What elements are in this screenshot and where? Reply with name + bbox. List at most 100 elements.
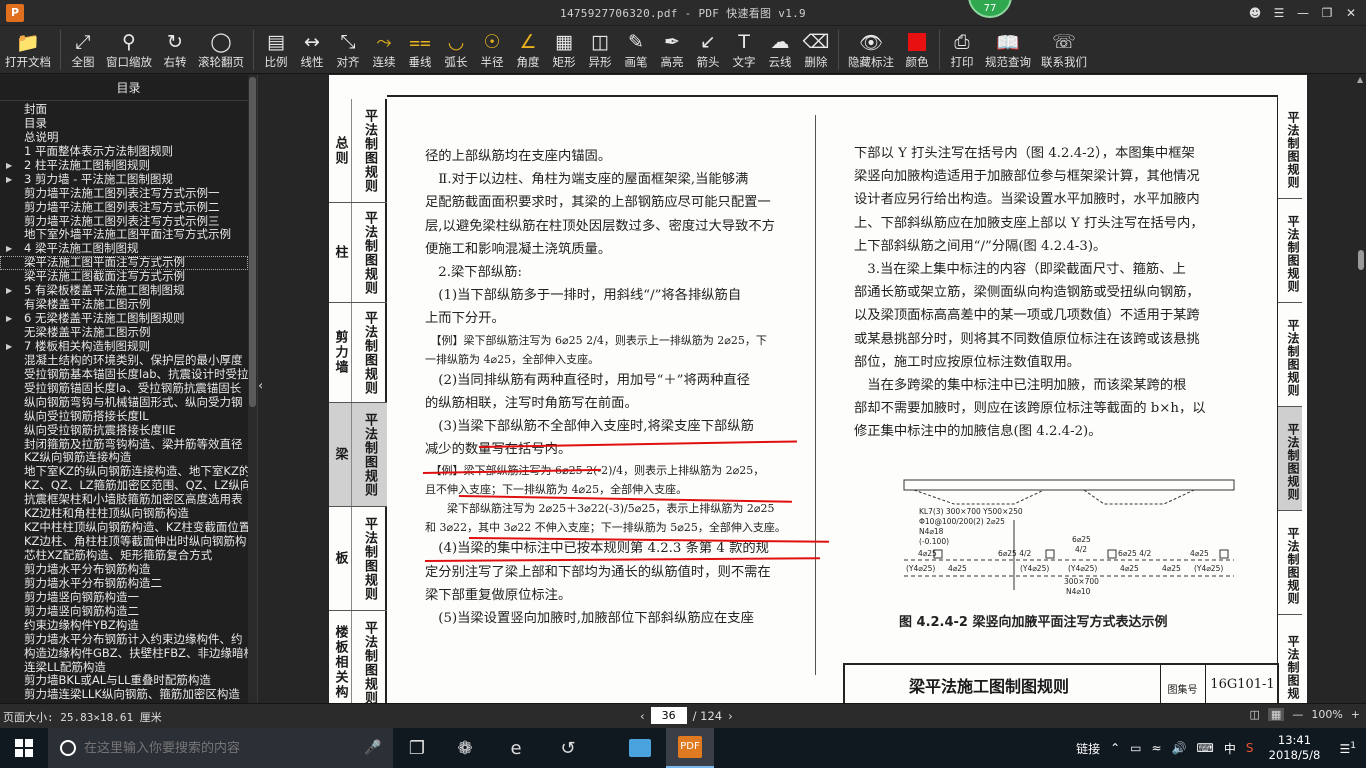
start-button[interactable] (0, 728, 48, 768)
toc-item[interactable]: 目录 (0, 117, 248, 131)
toc-item[interactable]: KZ、QZ、LZ箍筋加密区范围、QZ、LZ纵向钢 (0, 479, 248, 493)
single-page-view-icon[interactable]: ▦ (1267, 708, 1285, 721)
sogou-icon[interactable]: S (1246, 741, 1254, 755)
pdf-app-taskbar-icon[interactable]: PDF (666, 728, 714, 768)
toc-item[interactable]: 纵向受拉钢筋搭接长度lL (0, 410, 248, 424)
expand-arrow-icon[interactable]: ▶ (6, 340, 12, 354)
taskbar-search-input[interactable] (84, 740, 364, 756)
toc-item[interactable]: 封闭箍筋及拉筋弯钩构造、梁并筋等效直径 (0, 438, 248, 452)
page-number-input[interactable] (650, 707, 687, 724)
arc-length-button[interactable]: ◡ 弧长 (438, 26, 474, 74)
wifi-icon[interactable]: ≈ (1152, 741, 1162, 755)
hide-marks-button[interactable]: 👁 隐藏标注 (843, 26, 899, 74)
scale-button[interactable]: ▤ 比例 (258, 26, 294, 74)
link-label[interactable]: 链接 (1076, 740, 1100, 757)
tray-chevron-icon[interactable]: ⌃ (1110, 741, 1120, 755)
toc-scrollbar-thumb[interactable] (249, 77, 256, 407)
toc-item[interactable]: 剪力墙平法施工图列表注写方式示例一 (0, 187, 248, 201)
toc-item[interactable]: 有梁楼盖平法施工图示例 (0, 298, 248, 312)
contact-button[interactable]: ☏ 联系我们 (1036, 26, 1092, 74)
toc-item[interactable]: ▶ 6 无梁楼盖平法施工图制图规则 (0, 312, 248, 326)
clock[interactable]: 13:41 2018/5/8 (1260, 733, 1330, 763)
toc-item[interactable]: 剪力墙平法施工图列表注写方式示例二 (0, 201, 248, 215)
ime-indicator[interactable]: 中 (1224, 740, 1236, 757)
volume-icon[interactable]: 🔊 (1172, 741, 1187, 755)
text-button[interactable]: T 文字 (726, 26, 762, 74)
scroll-page-button[interactable]: ◯ 滚轮翻页 (193, 26, 249, 74)
expand-arrow-icon[interactable]: ▶ (6, 159, 12, 173)
document-scrollbar[interactable]: ▲ (1356, 75, 1366, 703)
close-button[interactable]: ✕ (1340, 3, 1362, 23)
toc-item[interactable]: 约束边缘构件YBZ构造 (0, 619, 248, 633)
toc-item[interactable]: ▶ 2 柱平法施工图制图规则 (0, 159, 248, 173)
perpendicular-button[interactable]: ⩵ 垂线 (402, 26, 438, 74)
file-explorer-icon[interactable] (616, 728, 664, 768)
prev-page-icon[interactable]: ‹ (640, 709, 645, 723)
arrow-button[interactable]: ↙ 箭头 (690, 26, 726, 74)
document-view[interactable]: 总则 平法制图规则柱平法制图规则 剪力墙 平法制图规则梁平法制图规则板平法制图规则 楼板… (262, 75, 1354, 703)
toc-item[interactable]: KZ边柱和角柱柱顶纵向钢筋构造 (0, 507, 248, 521)
toc-item[interactable]: KZ纵向钢筋连接构造 (0, 451, 248, 465)
toc-item[interactable]: 纵向钢筋弯钩与机械锚固形式、纵向受力钢 (0, 396, 248, 410)
swirl-app-icon[interactable]: ↺ (544, 728, 592, 768)
toc-item[interactable]: 剪力墙BKL或AL与LL重叠时配筋构造 (0, 674, 248, 688)
toc-item[interactable]: 1 平面整体表示方法制图规则 (0, 145, 248, 159)
align-button[interactable]: ⤡ 对齐 (330, 26, 366, 74)
toc-item[interactable]: 梁平法施工图平面注写方式示例 (0, 256, 248, 271)
scroll-up-icon[interactable]: ▲ (1357, 75, 1363, 84)
linear-button[interactable]: ↔ 线性 (294, 26, 330, 74)
toc-item[interactable]: 梁平法施工图截面注写方式示例 (0, 270, 248, 284)
ie-browser-icon[interactable]: e (492, 728, 540, 768)
expand-arrow-icon[interactable]: ▶ (6, 312, 12, 326)
battery-icon[interactable]: ▭ (1130, 741, 1141, 755)
expand-arrow-icon[interactable]: ▶ (6, 242, 12, 256)
toc-item[interactable]: 剪力墙平法施工图列表注写方式示例三 (0, 215, 248, 229)
angle-button[interactable]: ∠ 角度 (510, 26, 546, 74)
minimize-button[interactable]: — (1292, 3, 1314, 23)
microphone-icon[interactable]: 🎤 (364, 740, 381, 756)
toc-item[interactable]: 纵向受拉钢筋抗震搭接长度llE (0, 424, 248, 438)
toc-item[interactable]: 芯柱XZ配筋构造、矩形箍筋复合方式 (0, 549, 248, 563)
two-page-view-icon[interactable]: ◫ (1250, 708, 1260, 721)
pen-button[interactable]: ✎ 画笔 (618, 26, 654, 74)
toc-item[interactable]: 剪力墙水平分布钢筋构造二 (0, 577, 248, 591)
rectangle-button[interactable]: ▦ 矩形 (546, 26, 582, 74)
cloud-line-button[interactable]: ☁ 云线 (762, 26, 798, 74)
zoom-out-icon[interactable]: — (1292, 708, 1303, 721)
menu-icon[interactable]: ☰ (1268, 3, 1290, 23)
toc-item[interactable]: 剪力墙竖向钢筋构造一 (0, 591, 248, 605)
fit-page-button[interactable]: ⤢ 全图 (65, 26, 101, 74)
color-button[interactable]: 颜色 (899, 26, 935, 74)
toc-item[interactable]: ▶ 4 梁平法施工图制图规 (0, 242, 248, 256)
radius-button[interactable]: ☉ 半径 (474, 26, 510, 74)
toc-item[interactable]: KZ边柱、角柱柱顶等截面伸出时纵向钢筋构 (0, 535, 248, 549)
highlight-button[interactable]: ✒ 高亮 (654, 26, 690, 74)
user-icon[interactable]: ☻ (1244, 3, 1266, 23)
notification-icon[interactable]: ☰1 (1340, 741, 1357, 756)
continuous-button[interactable]: ⤳ 连续 (366, 26, 402, 74)
toc-item[interactable]: 混凝土结构的环境类别、保护层的最小厚度 (0, 354, 248, 368)
fan-app-icon[interactable]: ❁ (441, 728, 489, 768)
toc-item[interactable]: 构造边缘构件GBZ、扶壁柱FBZ、非边缘暗柱 (0, 647, 248, 661)
toc-item[interactable]: ▶ 5 有梁板楼盖平法施工图制图规 (0, 284, 248, 298)
document-scrollbar-thumb[interactable] (1358, 250, 1364, 270)
next-page-icon[interactable]: › (728, 709, 733, 723)
toc-item[interactable]: 无梁楼盖平法施工图示例 (0, 326, 248, 340)
toc-item[interactable]: 抗震框架柱和小墙肢箍筋加密区高度选用表 (0, 493, 248, 507)
task-view-icon[interactable]: ❐ (393, 728, 441, 768)
window-zoom-button[interactable]: ⚲ 窗口缩放 (101, 26, 157, 74)
maximize-button[interactable]: ❐ (1316, 3, 1338, 23)
toc-item[interactable]: 剪力墙水平分布钢筋构造 (0, 563, 248, 577)
toc-item[interactable]: 封面 (0, 103, 248, 117)
toc-item[interactable]: 剪力墙连梁LLK纵向钢筋、箍筋加密区构造 (0, 688, 248, 701)
toc-scrollbar[interactable] (248, 75, 257, 703)
taskbar-search[interactable]: 🎤 (48, 728, 393, 768)
toc-item[interactable]: KZ中柱柱顶纵向钢筋构造、KZ柱变截面位置 (0, 521, 248, 535)
toc-item[interactable]: 地下室KZ的纵向钢筋连接构造、地下室KZ的 (0, 465, 248, 479)
toc-item[interactable]: 剪力墙竖向钢筋构造二 (0, 605, 248, 619)
toc-item[interactable]: 剪力墙水平分布钢筋计入约束边缘构件、约 (0, 633, 248, 647)
toc-item[interactable]: 总说明 (0, 131, 248, 145)
toc-item[interactable]: 受拉钢筋基本锚固长度lab、抗震设计时受拉 (0, 368, 248, 382)
toc-item[interactable]: ▶ 7 楼板相关构造制图规则 (0, 340, 248, 354)
rotate-right-button[interactable]: ↻ 右转 (157, 26, 193, 74)
